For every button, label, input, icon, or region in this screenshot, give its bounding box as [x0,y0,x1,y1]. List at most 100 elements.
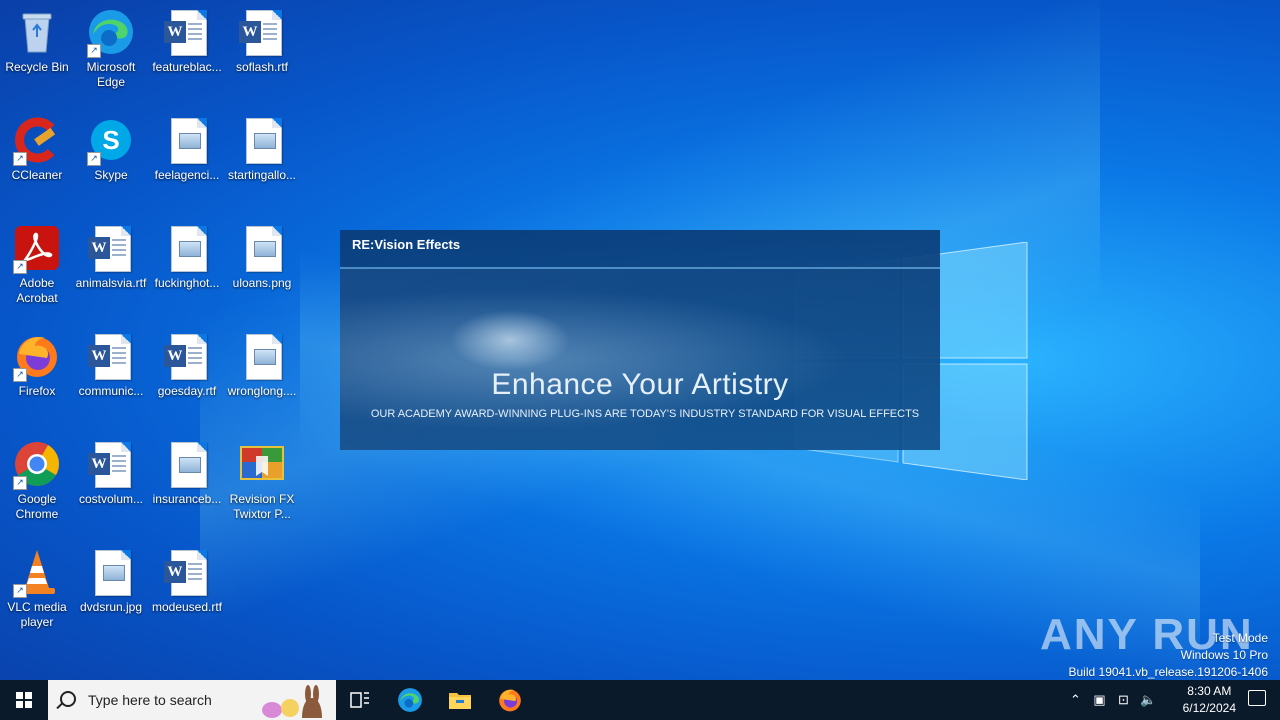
windows-edition-label: Windows 10 Pro [1180,648,1268,662]
image-file-icon [238,116,286,164]
clock-date: 6/12/2024 [1182,701,1236,715]
word-document-icon: W [163,8,211,56]
desktop-icon-google-chrome[interactable]: ↗ Google Chrome [0,440,74,522]
icon-label: Microsoft Edge [86,60,136,89]
desktop-icon-file[interactable]: insuranceb... [150,440,224,507]
word-document-icon: W [87,224,135,272]
revision-effects-splash[interactable]: RE:Vision Effects Enhance Your Artistry … [340,230,940,450]
taskbar-search-box[interactable]: Type here to search [48,680,336,720]
desktop-icon-adobe-acrobat[interactable]: ↗ Adobe Acrobat [0,224,74,306]
chevron-up-icon[interactable]: ⌃ [1068,692,1083,708]
icon-label: Recycle Bin [5,60,69,74]
desktop-icon-file[interactable]: W costvolum... [74,440,148,507]
task-view-button[interactable] [336,680,384,720]
icon-label: fuckinghot... [154,276,220,290]
task-view-icon [350,692,369,708]
search-icon [60,691,76,707]
shortcut-arrow-icon: ↗ [13,476,27,490]
icon-label: Skype [94,168,128,182]
desktop-icon-recycle-bin[interactable]: Recycle Bin [0,8,74,75]
desktop-icon-file[interactable]: feelagenci... [150,116,224,183]
icon-label: Firefox [18,384,56,398]
icon-label: modeused.rtf [151,600,223,614]
meet-now-icon[interactable]: ▣ [1092,692,1107,708]
search-highlight-illustration [262,685,322,718]
os-watermark: Test Mode Windows 10 Pro Build 19041.vb_… [1069,630,1269,681]
shortcut-arrow-icon: ↗ [13,368,27,382]
icon-label: animalsvia.rtf [75,276,147,290]
icon-label: dvdsrun.jpg [79,600,143,614]
image-file-icon [163,116,211,164]
network-icon[interactable]: ⊡ [1116,692,1131,708]
desktop-icon-file[interactable]: uloans.png [225,224,299,291]
taskbar-file-explorer-button[interactable] [436,680,484,720]
recycle-bin-icon [13,8,61,56]
taskbar-firefox-button[interactable] [486,680,534,720]
test-mode-label: Test Mode [1212,631,1268,645]
desktop-icon-file[interactable]: W modeused.rtf [150,548,224,615]
system-tray: ⌃ ▣ ⊡ 🔈 [1068,680,1156,720]
notification-center-icon[interactable] [1248,690,1266,706]
skype-icon: S ↗ [87,116,135,166]
desktop-icon-revision-fx[interactable]: Revision FX Twixtor P... [225,440,299,522]
icon-label: uloans.png [232,276,292,290]
desktop-icon-firefox[interactable]: ↗ Firefox [0,332,74,399]
desktop-icon-file[interactable]: W animalsvia.rtf [74,224,148,291]
folder-icon [449,693,471,709]
clock[interactable]: 8:30 AM 6/12/2024 [1183,683,1236,717]
splash-brand: RE:Vision Effects [352,237,461,252]
image-file-icon [238,332,286,380]
word-document-icon: W [238,8,286,56]
firefox-icon [499,689,521,712]
icon-label: soflash.rtf [235,60,289,74]
desktop-icon-file[interactable]: dvdsrun.jpg [74,548,148,615]
image-file-icon [87,548,135,596]
icon-label: communic... [78,384,144,398]
taskbar: Type here to search ⌃ ▣ ⊡ 🔈 8:30 AM 6/12… [0,680,1280,720]
splash-header: RE:Vision Effects [340,230,940,269]
edge-icon [398,688,422,712]
shortcut-arrow-icon: ↗ [13,260,27,274]
icon-label: costvolum... [78,492,144,506]
desktop-icon-vlc[interactable]: ↗ VLC media player [0,548,74,630]
start-button[interactable] [0,680,48,720]
windows-start-icon [16,692,32,708]
word-document-icon: W [87,440,135,488]
desktop-icon-edge[interactable]: ↗ Microsoft Edge [74,8,148,90]
desktop-icon-skype[interactable]: S ↗ Skype [74,116,148,183]
search-placeholder: Type here to search [88,692,212,708]
desktop-icon-file[interactable]: startingallo... [225,116,299,183]
image-file-icon [163,440,211,488]
icon-label: CCleaner [11,168,63,182]
word-document-icon: W [163,332,211,380]
desktop-icon-file[interactable]: W soflash.rtf [225,8,299,75]
shortcut-arrow-icon: ↗ [87,44,101,58]
icon-label: Revision FX Twixtor P... [229,492,295,521]
ccleaner-icon: ↗ [13,116,61,166]
svg-text:S: S [102,125,119,155]
word-document-icon: W [163,548,211,596]
build-label: Build 19041.vb_release.191206-1406 [1068,665,1269,679]
vlc-cone-icon: ↗ [13,548,61,598]
adobe-acrobat-icon: ↗ [13,224,61,274]
desktop-icon-file[interactable]: W communic... [74,332,148,399]
dancer-figure [450,310,570,370]
desktop-icon-file[interactable]: wronglong.... [225,332,299,399]
desktop-icon-file[interactable]: fuckinghot... [150,224,224,291]
chrome-icon: ↗ [13,440,61,490]
icon-label: Google Chrome [15,492,59,521]
image-file-icon [238,224,286,272]
desktop-icon-file[interactable]: W featureblac... [150,8,224,75]
shortcut-arrow-icon: ↗ [13,152,27,166]
shortcut-arrow-icon: ↗ [13,584,27,598]
splash-headline: Enhance Your Artistry [491,368,789,401]
taskbar-edge-button[interactable] [386,680,434,720]
desktop-icon-file[interactable]: W goesday.rtf [150,332,224,399]
installer-icon [238,440,286,488]
desktop-icon-ccleaner[interactable]: ↗ CCleaner [0,116,74,183]
volume-icon[interactable]: 🔈 [1140,692,1156,708]
shortcut-arrow-icon: ↗ [87,152,101,166]
icon-label: VLC media player [7,600,67,629]
splash-tagline: OUR ACADEMY AWARD-WINNING PLUG-INS ARE T… [370,408,920,420]
splash-artwork [340,269,940,450]
